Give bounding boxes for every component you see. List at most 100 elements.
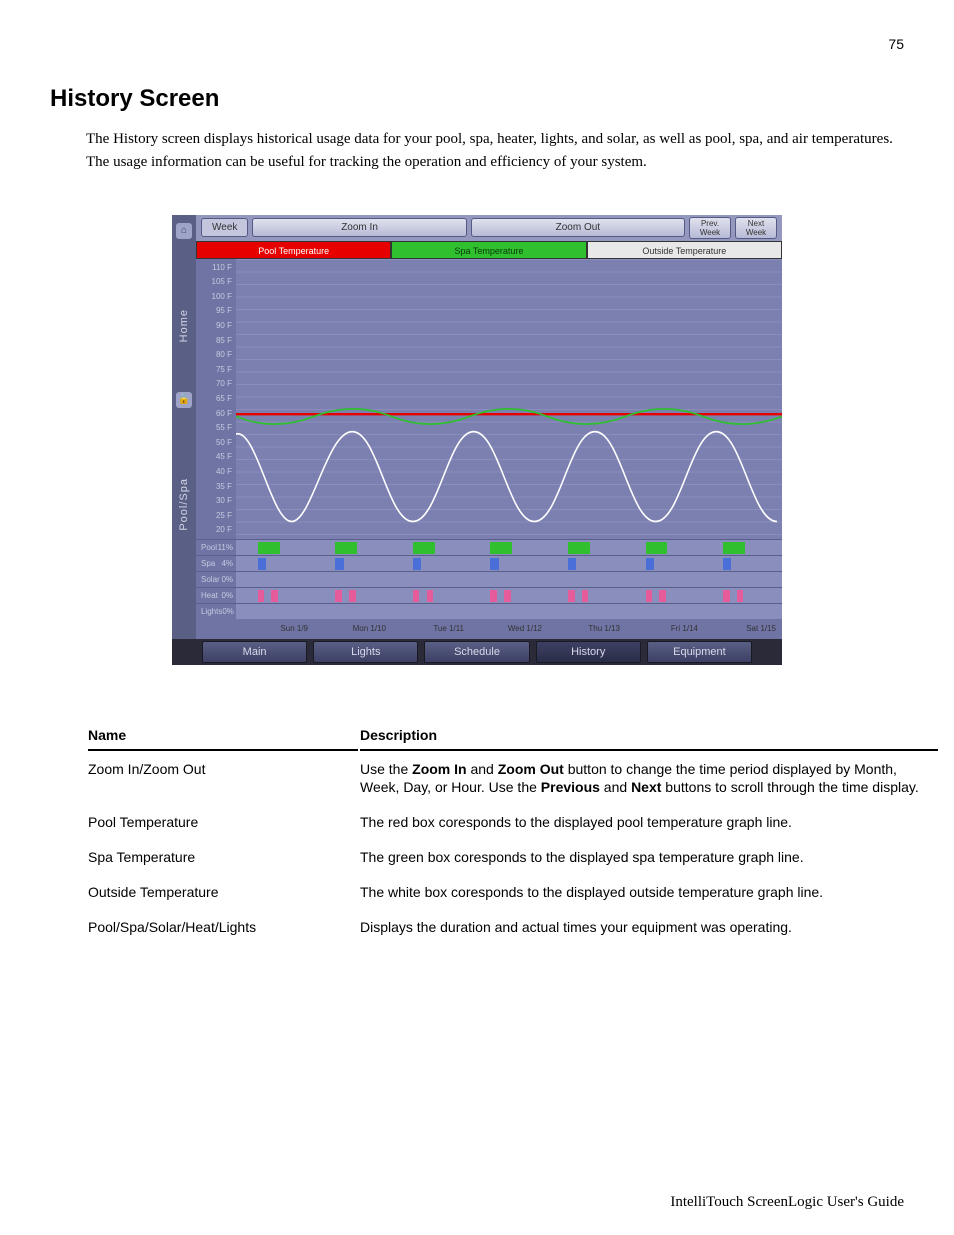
usage-mark [258,558,266,570]
left-sidebar: ⌂ Home 🔒 Pool/Spa [172,215,196,639]
sidebar-poolspa-label[interactable]: Pool/Spa [178,478,190,531]
usage-pct: 0% [221,575,233,584]
date-label: Sat 1/15 [704,619,782,639]
intro-paragraph: The History screen displays historical u… [86,128,904,175]
usage-row: Lights0% [196,603,782,619]
period-label: Week [201,218,248,237]
usage-name: Pool [201,543,217,552]
y-tick-label: 20 F [196,525,232,534]
nav-lights[interactable]: Lights [313,641,418,663]
usage-name: Heat [201,591,218,600]
usage-mark [413,542,435,554]
usage-mark [568,542,590,554]
date-label: Tue 1/11 [392,619,470,639]
next-week-button[interactable]: Next Week [735,217,777,239]
sidebar-home-label[interactable]: Home [178,309,190,342]
y-tick-label: 90 F [196,321,232,330]
usage-mark [349,590,356,602]
row-name: Spa Temperature [88,841,358,874]
usage-mark [490,542,512,554]
y-tick-label: 35 F [196,482,232,491]
row-desc: The red box coresponds to the displayed … [360,806,938,839]
usage-pct: 0% [222,607,234,616]
usage-row: Spa 4% [196,555,782,571]
date-label: Sun 1/9 [236,619,314,639]
usage-pct: 11% [218,543,233,552]
y-tick-label: 80 F [196,350,232,359]
row-name: Outside Temperature [88,876,358,909]
usage-name: Solar [201,575,220,584]
nav-schedule[interactable]: Schedule [424,641,529,663]
zoom-out-button[interactable]: Zoom Out [471,218,685,237]
row-desc: Displays the duration and actual times y… [360,911,938,944]
prev-week-button[interactable]: Prev. Week [689,217,731,239]
page-title: History Screen [50,85,904,113]
date-label: Thu 1/13 [548,619,626,639]
table-row: Spa TemperatureThe green box coresponds … [88,841,938,874]
table-row: Zoom In/Zoom OutUse the Zoom In and Zoom… [88,753,938,805]
usage-mark [568,590,575,602]
usage-mark [504,590,511,602]
date-label: Wed 1/12 [470,619,548,639]
date-axis: Sun 1/9Mon 1/10Tue 1/11Wed 1/12Thu 1/13F… [196,619,782,639]
nav-main[interactable]: Main [202,641,307,663]
table-row: Outside TemperatureThe white box corespo… [88,876,938,909]
usage-name: Lights [201,607,222,616]
usage-pct: 4% [221,559,233,568]
legend-pool[interactable]: Pool Temperature [196,241,391,259]
lock-icon[interactable]: 🔒 [176,392,192,408]
usage-mark [582,590,589,602]
col-header-name: Name [88,727,358,751]
y-tick-label: 50 F [196,438,232,447]
y-tick-label: 70 F [196,379,232,388]
table-row: Pool TemperatureThe red box coresponds t… [88,806,938,839]
usage-row: Pool11% [196,539,782,555]
y-tick-label: 95 F [196,306,232,315]
temperature-chart: 110 F105 F100 F95 F90 F85 F80 F75 F70 F6… [196,259,782,539]
row-name: Zoom In/Zoom Out [88,753,358,805]
y-tick-label: 85 F [196,336,232,345]
chart-lines [236,259,782,539]
y-tick-label: 55 F [196,423,232,432]
usage-mark [568,558,576,570]
page-number: 75 [888,36,904,52]
y-tick-label: 75 F [196,365,232,374]
usage-bars: Pool11%Spa4%Solar0%Heat0%Lights0% [196,539,782,619]
table-row: Pool/Spa/Solar/Heat/LightsDisplays the d… [88,911,938,944]
usage-row: Solar0% [196,571,782,587]
usage-mark [413,558,421,570]
nav-history[interactable]: History [536,641,641,663]
usage-mark [413,590,420,602]
usage-mark [646,590,653,602]
usage-mark [737,590,744,602]
date-label: Fri 1/14 [626,619,704,639]
bottom-nav: Main Lights Schedule History Equipment [172,639,782,665]
y-tick-label: 110 F [196,263,232,272]
usage-pct: 0% [221,591,233,600]
legend-spa[interactable]: Spa Temperature [391,241,586,259]
row-desc: Use the Zoom In and Zoom Out button to c… [360,753,938,805]
zoom-in-button[interactable]: Zoom In [252,218,466,237]
usage-mark [490,590,497,602]
y-tick-label: 30 F [196,496,232,505]
history-screenshot: ⌂ Home 🔒 Pool/Spa Week Zoom In Zoom Out … [172,215,782,665]
legend-outside[interactable]: Outside Temperature [587,241,782,259]
col-header-desc: Description [360,727,938,751]
nav-equipment[interactable]: Equipment [647,641,752,663]
usage-mark [659,590,666,602]
home-icon[interactable]: ⌂ [176,223,192,239]
usage-mark [258,542,280,554]
usage-mark [646,558,654,570]
usage-mark [335,542,357,554]
usage-mark [258,590,265,602]
row-name: Pool/Spa/Solar/Heat/Lights [88,911,358,944]
usage-name: Spa [201,559,215,568]
row-name: Pool Temperature [88,806,358,839]
y-tick-label: 25 F [196,511,232,520]
usage-mark [723,558,731,570]
usage-mark [335,590,342,602]
usage-mark [646,542,668,554]
row-desc: The green box coresponds to the displaye… [360,841,938,874]
usage-mark [490,558,498,570]
row-desc: The white box coresponds to the displaye… [360,876,938,909]
